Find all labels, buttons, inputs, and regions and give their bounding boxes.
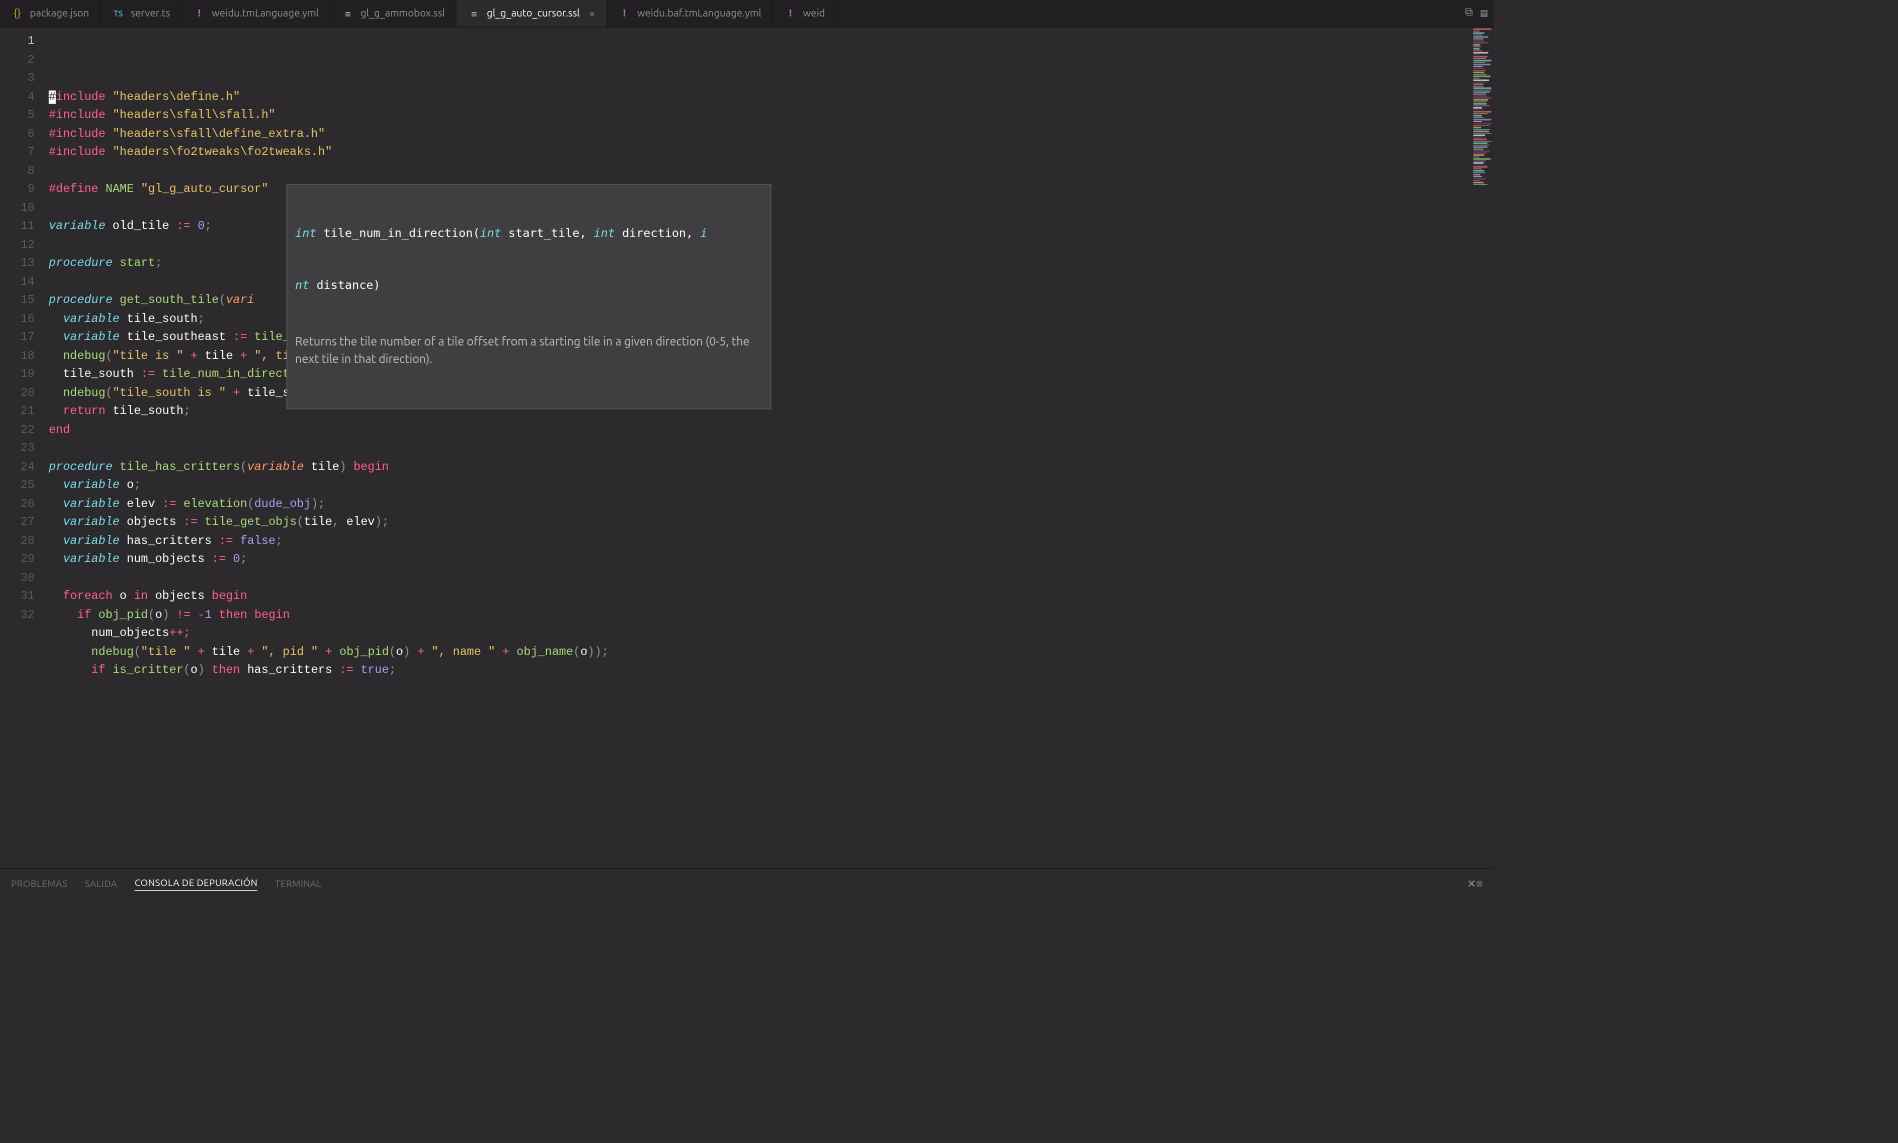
bang-icon: !: [618, 7, 631, 20]
line-number: 20: [0, 384, 35, 402]
line-number: 8: [0, 162, 35, 180]
line-number: 19: [0, 365, 35, 383]
line-number: 23: [0, 439, 35, 457]
line-number: 15: [0, 291, 35, 309]
bottom-panel: PROBLEMAS SALIDA CONSOLA DE DEPURACIÓN T…: [0, 868, 1494, 899]
panel-tab-debug-console[interactable]: CONSOLA DE DEPURACIÓN: [135, 878, 258, 891]
line-number: 26: [0, 495, 35, 513]
line-number: 2: [0, 51, 35, 69]
code-line[interactable]: #include "headers\sfall\define_extra.h": [49, 125, 1494, 143]
tab-label: package.json: [30, 8, 89, 19]
line-number: 9: [0, 180, 35, 198]
panel-tab-terminal[interactable]: TERMINAL: [275, 879, 322, 889]
ts-icon: TS: [112, 7, 125, 20]
code-line[interactable]: ndebug("tile " + tile + ", pid " + obj_p…: [49, 643, 1494, 661]
code-line[interactable]: procedure tile_has_critters(variable til…: [49, 458, 1494, 476]
line-number: 22: [0, 421, 35, 439]
line-number: 18: [0, 347, 35, 365]
lines-icon: ≡: [342, 7, 355, 20]
line-number: 11: [0, 217, 35, 235]
hover-signature-line2: nt distance): [295, 276, 762, 293]
clear-panel-icon[interactable]: ✕≡: [1467, 878, 1483, 891]
line-number: 5: [0, 106, 35, 124]
editor-tab-2[interactable]: ! weidu.tmLanguage.yml: [182, 0, 331, 27]
code-line[interactable]: [49, 569, 1494, 587]
panel-tab-problems[interactable]: PROBLEMAS: [11, 879, 68, 889]
line-number: 21: [0, 402, 35, 420]
line-number: 17: [0, 328, 35, 346]
line-number: 27: [0, 513, 35, 531]
code-line[interactable]: #include "headers\sfall\sfall.h": [49, 106, 1494, 124]
split-editor-icon[interactable]: ▤: [1481, 7, 1488, 20]
line-number: 7: [0, 143, 35, 161]
line-number-gutter: 1234567891011121314151617181920212223242…: [0, 28, 49, 869]
code-line[interactable]: variable num_objects := 0;: [49, 550, 1494, 568]
editor-tab-1[interactable]: TS server.ts: [101, 0, 182, 27]
code-line[interactable]: #include "headers\define.h": [49, 88, 1494, 106]
code-line[interactable]: variable elev := elevation(dude_obj);: [49, 495, 1494, 513]
close-icon[interactable]: ×: [589, 7, 595, 20]
tab-label: gl_g_ammobox.ssl: [360, 8, 445, 19]
bang-icon: !: [193, 7, 206, 20]
code-line[interactable]: #include "headers\fo2tweaks\fo2tweaks.h": [49, 143, 1494, 161]
line-number: 10: [0, 199, 35, 217]
lines-icon: ≡: [468, 7, 481, 20]
hover-tooltip: int tile_num_in_direction(int start_tile…: [286, 184, 771, 409]
tab-label: weidu.tmLanguage.yml: [212, 8, 319, 19]
code-line[interactable]: end: [49, 421, 1494, 439]
line-number: 16: [0, 310, 35, 328]
line-number: 13: [0, 254, 35, 272]
line-number: 4: [0, 88, 35, 106]
compare-icon[interactable]: ⧉: [1465, 7, 1473, 20]
line-number: 30: [0, 569, 35, 587]
minimap[interactable]: [1472, 28, 1494, 170]
editor-tab-5[interactable]: ! weidu.baf.tmLanguage.yml: [607, 0, 773, 27]
code-line[interactable]: num_objects++;: [49, 624, 1494, 642]
editor-tab-6[interactable]: ! weid: [773, 0, 837, 27]
tab-label: weid: [803, 8, 825, 19]
bang-icon: !: [784, 7, 797, 20]
line-number: 14: [0, 273, 35, 291]
line-number: 1: [0, 32, 35, 50]
braces-icon: {}: [11, 7, 24, 20]
tab-label: server.ts: [131, 8, 170, 19]
tab-label: gl_g_auto_cursor.ssl: [487, 8, 580, 19]
line-number: 24: [0, 458, 35, 476]
code-line[interactable]: variable objects := tile_get_objs(tile, …: [49, 513, 1494, 531]
line-number: 6: [0, 125, 35, 143]
code-line[interactable]: [49, 162, 1494, 180]
code-line[interactable]: if is_critter(o) then has_critters := tr…: [49, 661, 1494, 679]
editor-tab-4[interactable]: ≡ gl_g_auto_cursor.ssl ×: [457, 0, 607, 27]
line-number: 12: [0, 236, 35, 254]
panel-tab-output[interactable]: SALIDA: [85, 879, 117, 889]
code-line[interactable]: foreach o in objects begin: [49, 587, 1494, 605]
editor-area: 1234567891011121314151617181920212223242…: [0, 28, 1494, 869]
code-line[interactable]: [49, 439, 1494, 457]
code-line[interactable]: if obj_pid(o) != -1 then begin: [49, 606, 1494, 624]
tab-label: weidu.baf.tmLanguage.yml: [637, 8, 761, 19]
code-line[interactable]: variable o;: [49, 476, 1494, 494]
line-number: 28: [0, 532, 35, 550]
line-number: 29: [0, 550, 35, 568]
line-number: 3: [0, 69, 35, 87]
code-content[interactable]: int tile_num_in_direction(int start_tile…: [49, 28, 1494, 869]
editor-tab-0[interactable]: {} package.json: [0, 0, 101, 27]
line-number: 25: [0, 476, 35, 494]
line-number: 32: [0, 606, 35, 624]
editor-tabs-bar: {} package.json TS server.ts! weidu.tmLangua…: [0, 0, 1494, 28]
tab-actions: ⧉ ▤: [1459, 0, 1494, 27]
editor-tab-3[interactable]: ≡ gl_g_ammobox.ssl: [331, 0, 457, 27]
hover-documentation: Returns the tile number of a tile offset…: [295, 333, 762, 368]
code-line[interactable]: variable has_critters := false;: [49, 532, 1494, 550]
line-number: 31: [0, 587, 35, 605]
hover-signature: int tile_num_in_direction(int start_tile…: [295, 224, 762, 241]
